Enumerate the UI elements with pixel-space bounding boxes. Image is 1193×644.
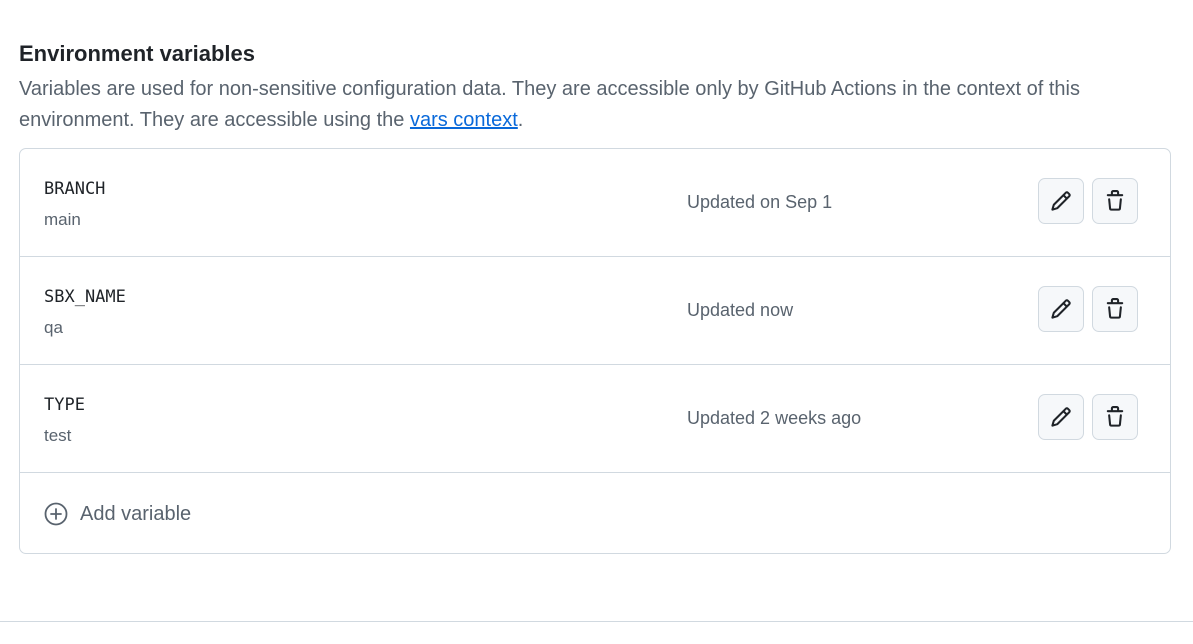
vars-context-link[interactable]: vars context [410, 109, 518, 131]
variable-row: TYPE test Updated 2 weeks ago [20, 365, 1170, 473]
environment-variables-section: Environment variables Variables are used… [19, 38, 1171, 554]
variable-name: SBX_NAME [44, 287, 126, 307]
add-variable-button[interactable]: Add variable [20, 473, 1170, 553]
pencil-icon [1051, 407, 1071, 427]
variable-name: BRANCH [44, 179, 106, 199]
delete-variable-button[interactable] [1092, 178, 1138, 224]
variable-value: qa [44, 318, 63, 337]
plus-circle-icon [44, 502, 68, 526]
section-title: Environment variables [19, 41, 255, 66]
delete-variable-button[interactable] [1092, 286, 1138, 332]
variables-list: BRANCH main Updated on Sep 1 SBX_NAME qa… [19, 148, 1171, 554]
pencil-icon [1051, 299, 1071, 319]
variable-updated: Updated now [687, 300, 794, 320]
description-text: Variables are used for non-sensitive con… [19, 78, 1080, 131]
edit-variable-button[interactable] [1038, 394, 1084, 440]
variable-updated: Updated on Sep 1 [687, 192, 833, 212]
trash-icon [1106, 298, 1124, 319]
variable-row: BRANCH main Updated on Sep 1 [20, 149, 1170, 257]
variable-updated: Updated 2 weeks ago [687, 408, 862, 428]
variable-name: TYPE [44, 395, 85, 415]
add-variable-label: Add variable [80, 503, 192, 525]
variable-row: SBX_NAME qa Updated now [20, 257, 1170, 365]
divider [0, 621, 1193, 622]
variable-value: main [44, 210, 81, 229]
delete-variable-button[interactable] [1092, 394, 1138, 440]
trash-icon [1106, 190, 1124, 211]
pencil-icon [1051, 191, 1071, 211]
edit-variable-button[interactable] [1038, 178, 1084, 224]
edit-variable-button[interactable] [1038, 286, 1084, 332]
variable-value: test [44, 426, 72, 445]
description-text-end: . [517, 109, 524, 131]
trash-icon [1106, 406, 1124, 427]
section-description: Variables are used for non-sensitive con… [19, 74, 1171, 136]
